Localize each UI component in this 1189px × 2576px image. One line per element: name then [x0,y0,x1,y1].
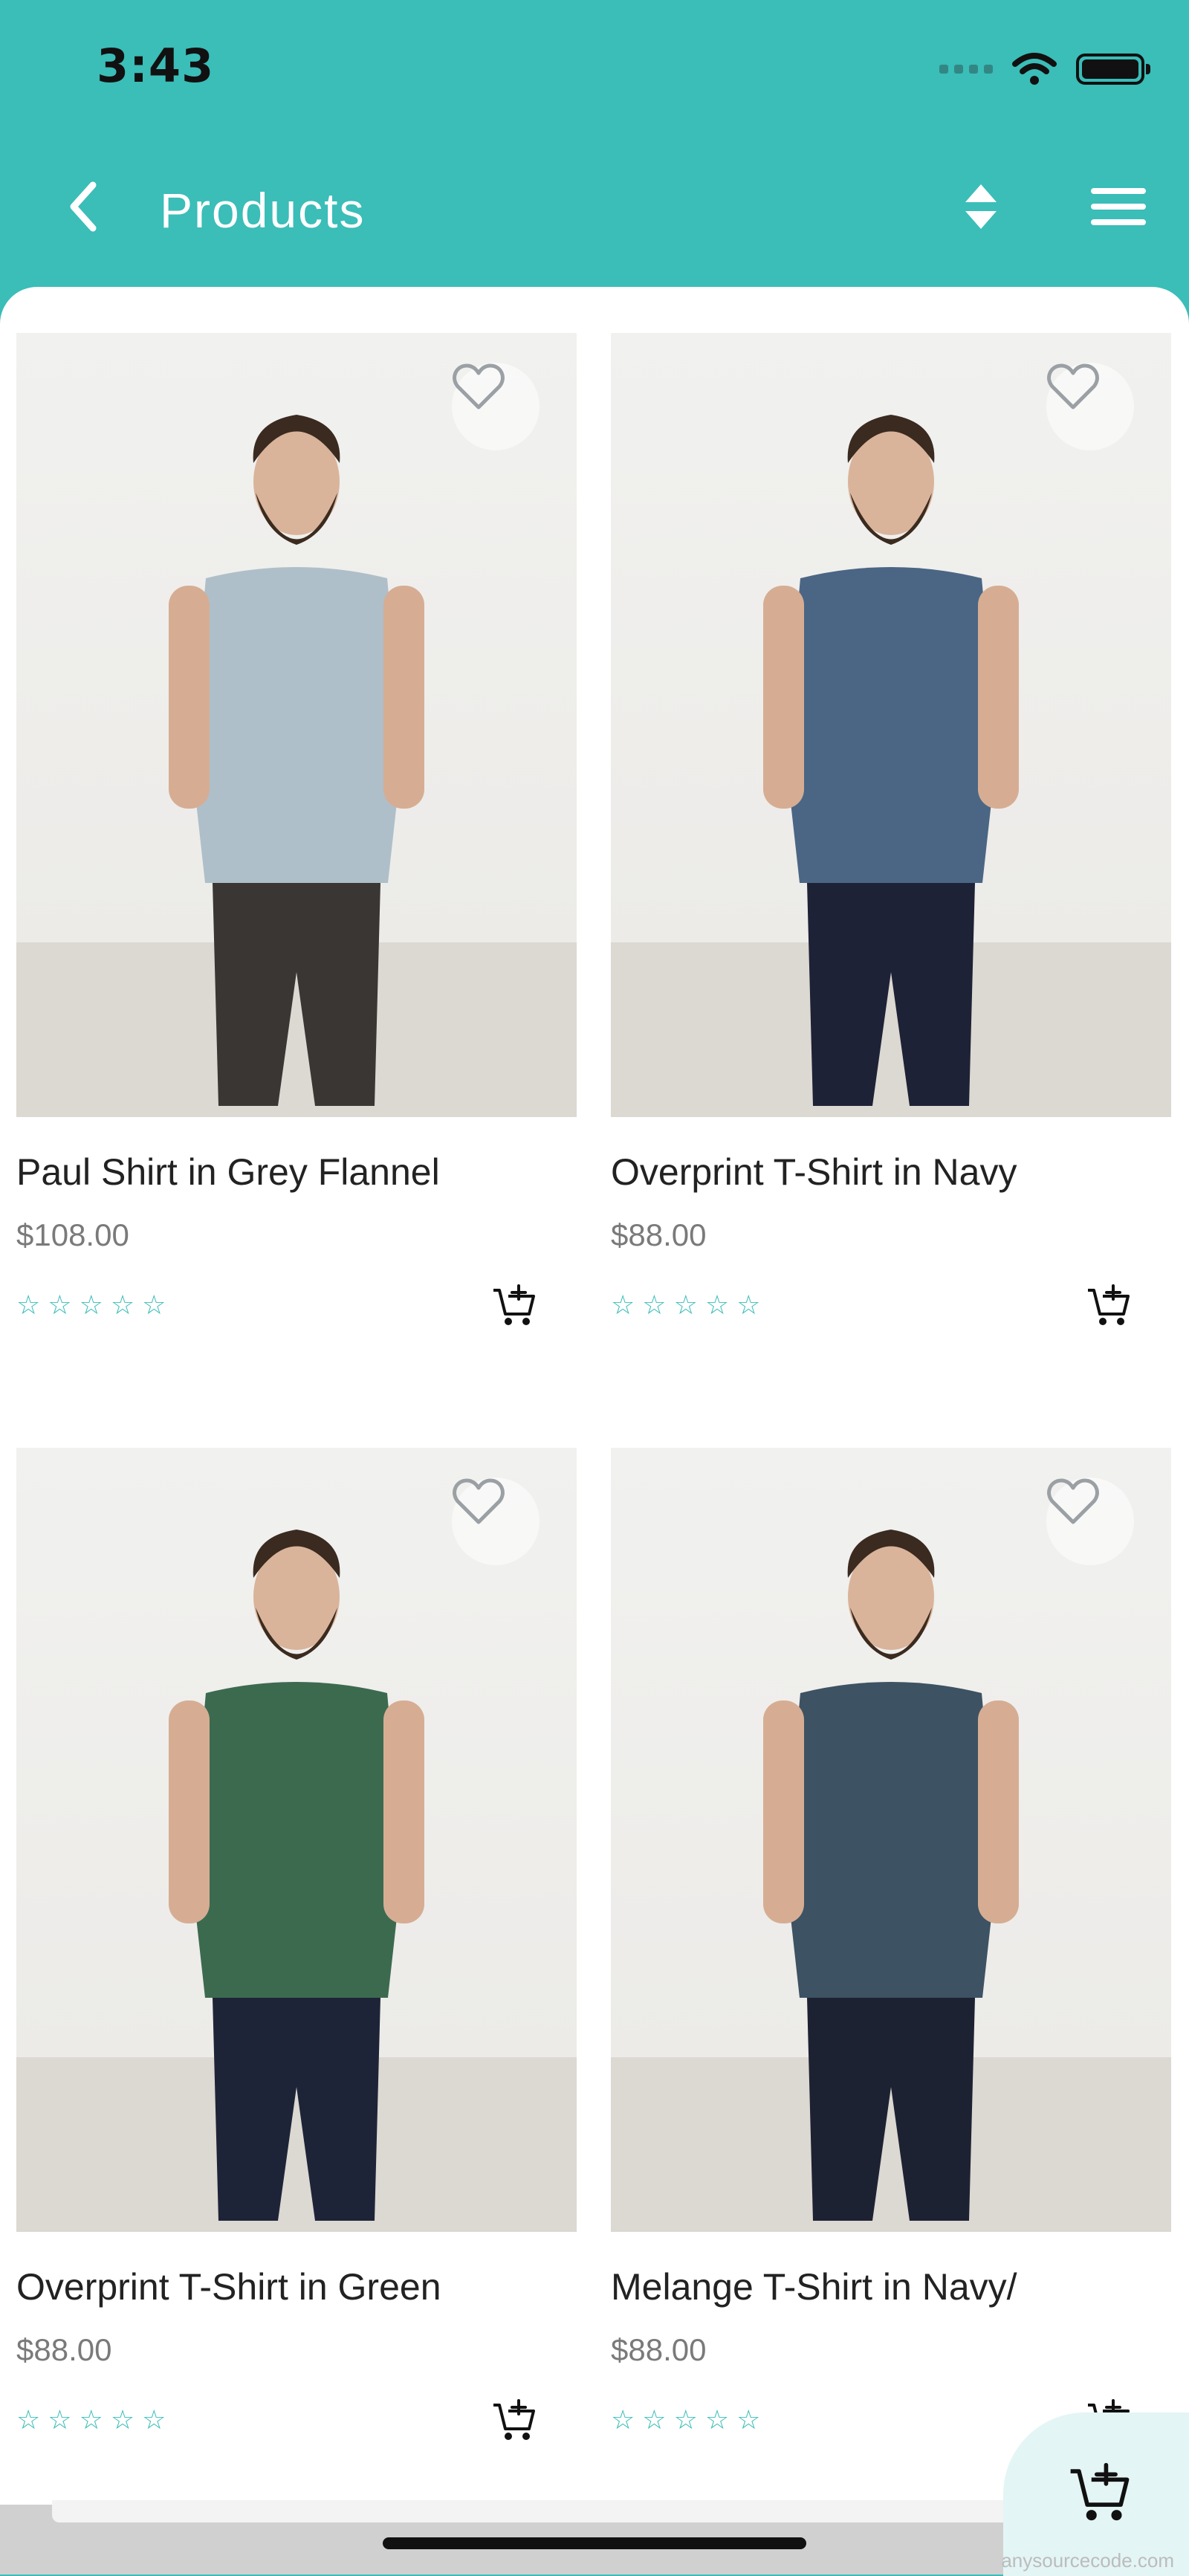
sort-button[interactable] [951,177,1011,236]
product-photo [16,415,577,1117]
product-name[interactable]: Overprint T-Shirt in Navy [611,1151,1017,1194]
add-to-cart-button[interactable] [485,2392,544,2451]
product-image[interactable] [16,1448,577,2232]
star-outline-icon: ☆ [48,2404,72,2435]
product-photo [16,1530,577,2232]
heart-outline-icon [453,1478,505,1524]
star-outline-icon: ☆ [16,1289,41,1320]
star-outline-icon: ☆ [736,1289,761,1320]
star-outline-icon: ☆ [736,2404,761,2435]
star-outline-icon: ☆ [110,2404,135,2435]
product-image[interactable] [611,333,1171,1117]
star-outline-icon: ☆ [142,2404,166,2435]
add-to-cart-button[interactable] [1079,1277,1138,1336]
add-to-cart-icon [1088,1284,1130,1325]
shirt-shape [785,1682,997,1998]
add-to-cart-icon [493,1284,535,1325]
star-outline-icon: ☆ [642,1289,667,1320]
product-image[interactable] [611,1448,1171,2232]
home-indicator [383,2537,806,2549]
star-outline-icon: ☆ [110,1289,135,1320]
favorite-button[interactable] [452,1478,540,1565]
star-outline-icon: ☆ [673,1289,698,1320]
favorite-button[interactable] [1046,363,1134,450]
hamburger-menu-icon [1091,188,1146,225]
product-price: $108.00 [16,1217,129,1252]
star-outline-icon: ☆ [611,2404,635,2435]
product-image[interactable] [16,333,577,1117]
product-price: $88.00 [611,2332,707,2367]
rating-stars: ☆ ☆ ☆ ☆ ☆ [16,2407,166,2433]
add-to-cart-button[interactable] [485,1277,544,1336]
heart-outline-icon [1047,1478,1099,1524]
shirt-shape [190,1682,403,1998]
shirt-shape [190,567,403,883]
sort-icon [965,184,997,229]
back-button[interactable] [54,177,113,236]
product-list: Paul Shirt in Grey Flannel $108.00 ☆ ☆ ☆… [0,287,1189,2509]
star-outline-icon: ☆ [704,1289,730,1320]
star-outline-icon: ☆ [673,2404,698,2435]
star-outline-icon: ☆ [611,1289,635,1320]
status-icons [939,52,1150,86]
star-outline-icon: ☆ [79,1289,103,1320]
heart-outline-icon [453,363,505,410]
bottom-edge [52,2500,1092,2522]
shirt-shape [785,567,997,883]
add-to-cart-icon [1070,2462,1130,2521]
product-name[interactable]: Melange T-Shirt in Navy/ [611,2265,1017,2308]
status-bar: 3:43 [0,0,1189,141]
favorite-button[interactable] [1046,1478,1134,1565]
favorite-button[interactable] [452,363,540,450]
star-outline-icon: ☆ [16,2404,41,2435]
star-outline-icon: ☆ [142,1289,166,1320]
star-outline-icon: ☆ [642,2404,667,2435]
chevron-left-icon [70,181,97,232]
star-outline-icon: ☆ [48,1289,72,1320]
product-photo [611,415,1171,1117]
rating-stars: ☆ ☆ ☆ ☆ ☆ [611,2407,760,2433]
app-bar: Products [0,141,1189,290]
product-price: $88.00 [611,1217,707,1252]
status-time: 3:43 [97,39,215,93]
wifi-icon [1012,53,1057,85]
star-outline-icon: ☆ [79,2404,103,2435]
product-name[interactable]: Paul Shirt in Grey Flannel [16,1151,440,1194]
signal-icon [939,65,993,74]
watermark: anysourcecode.com [1001,2549,1174,2572]
menu-button[interactable] [1085,177,1152,236]
battery-icon [1076,54,1150,85]
page-title: Products [160,183,366,238]
add-to-cart-icon [493,2399,535,2440]
rating-stars: ☆ ☆ ☆ ☆ ☆ [611,1292,760,1318]
product-name[interactable]: Overprint T-Shirt in Green [16,2265,441,2308]
star-outline-icon: ☆ [704,2404,730,2435]
product-photo [611,1530,1171,2232]
product-price: $88.00 [16,2332,112,2367]
heart-outline-icon [1047,363,1099,410]
rating-stars: ☆ ☆ ☆ ☆ ☆ [16,1292,166,1318]
